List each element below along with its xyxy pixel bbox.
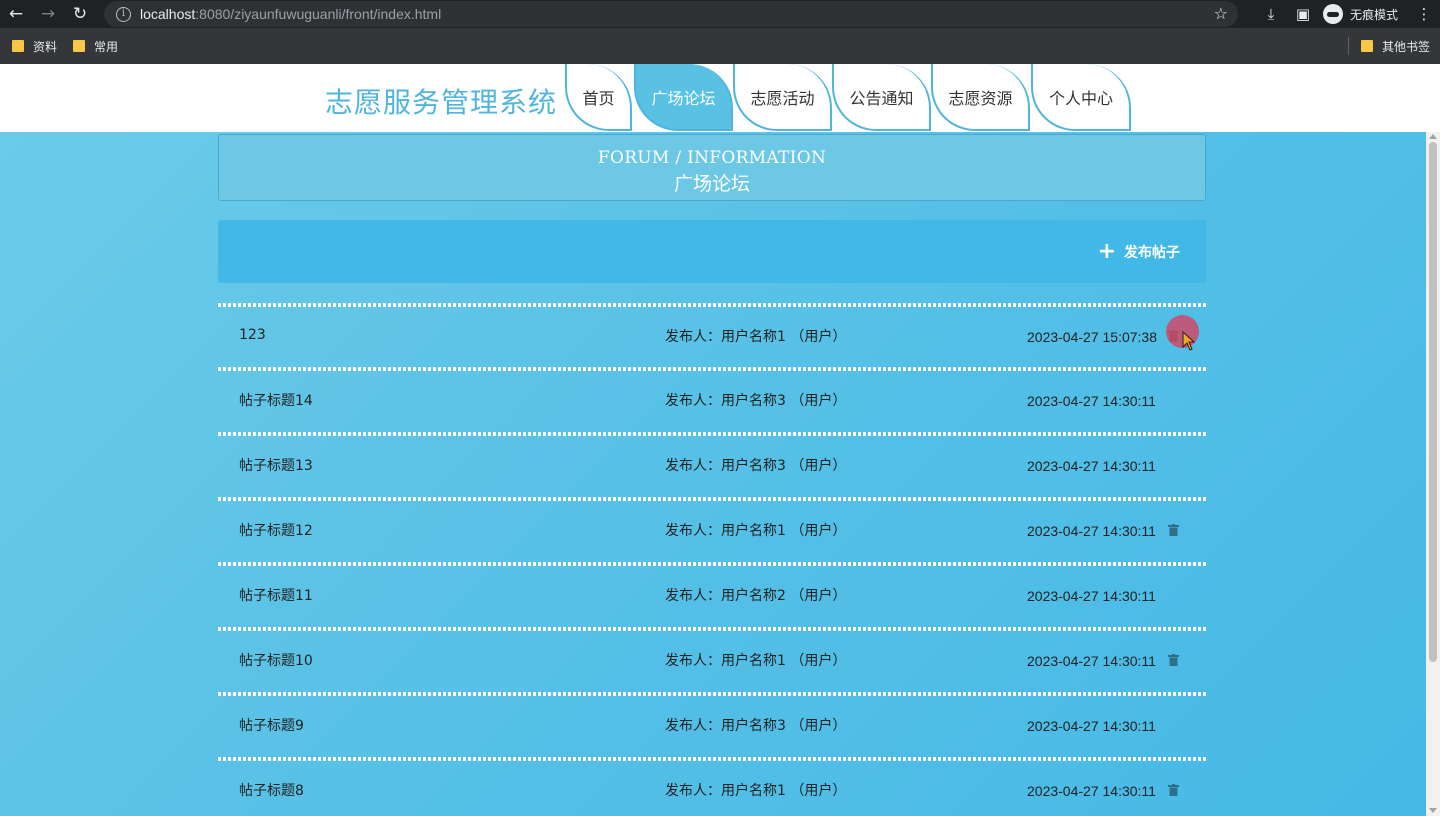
- nav-tab-resources[interactable]: 志愿资源: [931, 64, 1030, 131]
- trash-icon[interactable]: [1168, 654, 1179, 666]
- add-post-button[interactable]: + 发布帖子: [1097, 239, 1180, 264]
- folder-icon: [73, 40, 86, 52]
- scroll-down-icon[interactable]: [1429, 808, 1437, 813]
- post-row[interactable]: 帖子标题9 发布人：用户名称3 （用户） 2023-04-27 14:30:11: [218, 696, 1206, 756]
- post-author: 发布人：用户名称1 （用户）: [665, 523, 847, 539]
- folder-icon: [12, 40, 24, 52]
- section-title: FORUM / INFORMATION 广场论坛: [218, 134, 1206, 201]
- incognito-icon: [1322, 4, 1343, 24]
- post-author: 发布人：用户名称3 （用户）: [665, 393, 847, 409]
- add-post-label: 发布帖子: [1124, 245, 1180, 261]
- menu-icon[interactable]: ⋮: [1408, 0, 1440, 28]
- post-author: 发布人：用户名称3 （用户）: [665, 718, 847, 734]
- post-author: 发布人：用户名称3 （用户）: [665, 458, 847, 474]
- nav-tab-profile[interactable]: 个人中心: [1031, 64, 1131, 131]
- bookmark-star-icon[interactable]: ☆: [1214, 4, 1228, 23]
- post-time: 2023-04-27 14:30:11: [1027, 783, 1156, 799]
- nav-tab-forum[interactable]: 广场论坛: [634, 64, 733, 131]
- post-row[interactable]: 帖子标题8 发布人：用户名称1 （用户） 2023-04-27 14:30:11: [218, 761, 1206, 816]
- post-row[interactable]: 帖子标题13 发布人：用户名称3 （用户） 2023-04-27 14:30:1…: [218, 436, 1206, 496]
- post-title[interactable]: 帖子标题14: [239, 371, 313, 431]
- nav-tab-activities[interactable]: 志愿活动: [733, 64, 832, 131]
- section-title-en: FORUM / INFORMATION: [597, 148, 827, 168]
- trash-icon[interactable]: [1168, 784, 1179, 796]
- browser-toolbar: ← → ↻ i localhost:8080/ziyaunfuwuguanli/…: [0, 0, 1440, 28]
- bookmark-folder-changyong[interactable]: 常用: [73, 38, 118, 55]
- site-header: 志愿服务管理系统 首页 广场论坛 志愿活动 公告通知 志愿资源 个人中心: [0, 64, 1440, 132]
- post-author: 发布人：用户名称1 （用户）: [665, 783, 847, 799]
- page-scrollbar[interactable]: [1426, 132, 1440, 816]
- post-row[interactable]: 帖子标题12 发布人：用户名称1 （用户） 2023-04-27 14:30:1…: [218, 501, 1206, 561]
- post-time: 2023-04-27 14:30:11: [1027, 653, 1156, 669]
- post-title[interactable]: 帖子标题8: [239, 761, 304, 816]
- bookmarks-bar: 资料 常用 其他书签: [0, 28, 1440, 64]
- other-bookmarks-label: 其他书签: [1381, 39, 1430, 54]
- toolbar-right: ⤓ ▣ 无痕模式 ⋮: [1255, 0, 1440, 28]
- url-text: localhost:8080/ziyaunfuwuguanli/front/in…: [140, 6, 441, 22]
- post-time: 2023-04-27 14:30:11: [1027, 523, 1156, 539]
- action-bar: + 发布帖子: [218, 220, 1206, 283]
- post-title[interactable]: 123: [239, 306, 266, 364]
- url-host: localhost: [140, 6, 196, 22]
- trash-icon[interactable]: [1168, 524, 1179, 536]
- post-title[interactable]: 帖子标题11: [239, 566, 313, 626]
- folder-icon: [1360, 40, 1373, 52]
- post-title[interactable]: 帖子标题12: [239, 501, 313, 561]
- post-time: 2023-04-27 14:30:11: [1027, 718, 1156, 734]
- post-author: 发布人：用户名称1 （用户）: [665, 329, 847, 345]
- scrollbar-thumb[interactable]: [1429, 142, 1437, 662]
- post-row[interactable]: 帖子标题14 发布人：用户名称3 （用户） 2023-04-27 14:30:1…: [218, 371, 1206, 431]
- incognito-indicator[interactable]: 无痕模式: [1318, 4, 1408, 24]
- reload-button[interactable]: ↻: [64, 0, 96, 28]
- plus-icon: +: [1097, 239, 1116, 264]
- download-icon[interactable]: ⤓: [1255, 0, 1287, 28]
- url-path: :8080/ziyaunfuwuguanli/front/index.html: [195, 6, 442, 22]
- other-bookmarks: 其他书签: [1347, 28, 1434, 64]
- address-bar[interactable]: i localhost:8080/ziyaunfuwuguanli/front/…: [104, 1, 1238, 27]
- nav-tab-home[interactable]: 首页: [565, 64, 632, 131]
- nav-tab-notices[interactable]: 公告通知: [832, 64, 931, 131]
- section-title-cn: 广场论坛: [673, 173, 750, 195]
- site-brand: 志愿服务管理系统: [325, 86, 558, 119]
- scroll-up-icon[interactable]: [1429, 134, 1437, 139]
- forward-button[interactable]: →: [32, 0, 64, 28]
- post-time: 2023-04-27 14:30:11: [1027, 393, 1156, 409]
- post-title[interactable]: 帖子标题13: [239, 436, 313, 496]
- back-button[interactable]: ←: [0, 0, 32, 28]
- side-panel-icon[interactable]: ▣: [1287, 0, 1319, 28]
- bookmark-separator: [1347, 37, 1349, 55]
- incognito-label: 无痕模式: [1349, 7, 1398, 22]
- post-author: 发布人：用户名称2 （用户）: [665, 588, 847, 604]
- post-time: 2023-04-27 14:30:11: [1027, 588, 1156, 604]
- site-info-icon[interactable]: i: [116, 6, 131, 22]
- post-time: 2023-04-27 14:30:11: [1027, 458, 1156, 474]
- bookmark-label: 常用: [94, 39, 119, 54]
- post-title[interactable]: 帖子标题10: [239, 631, 313, 691]
- bookmark-folder-ziliao[interactable]: 资料: [12, 38, 57, 55]
- post-author: 发布人：用户名称1 （用户）: [665, 653, 847, 669]
- post-row[interactable]: 帖子标题11 发布人：用户名称2 （用户） 2023-04-27 14:30:1…: [218, 566, 1206, 626]
- post-title[interactable]: 帖子标题9: [239, 696, 304, 756]
- post-time: 2023-04-27 15:07:38: [1027, 329, 1157, 345]
- other-bookmarks-folder[interactable]: 其他书签: [1360, 38, 1430, 55]
- cursor-arrow-icon: [1182, 331, 1196, 351]
- post-row[interactable]: 123 发布人：用户名称1 （用户） 2023-04-27 15:07:38: [218, 306, 1206, 366]
- bookmark-label: 资料: [33, 39, 58, 54]
- post-row[interactable]: 帖子标题10 发布人：用户名称1 （用户） 2023-04-27 14:30:1…: [218, 631, 1206, 691]
